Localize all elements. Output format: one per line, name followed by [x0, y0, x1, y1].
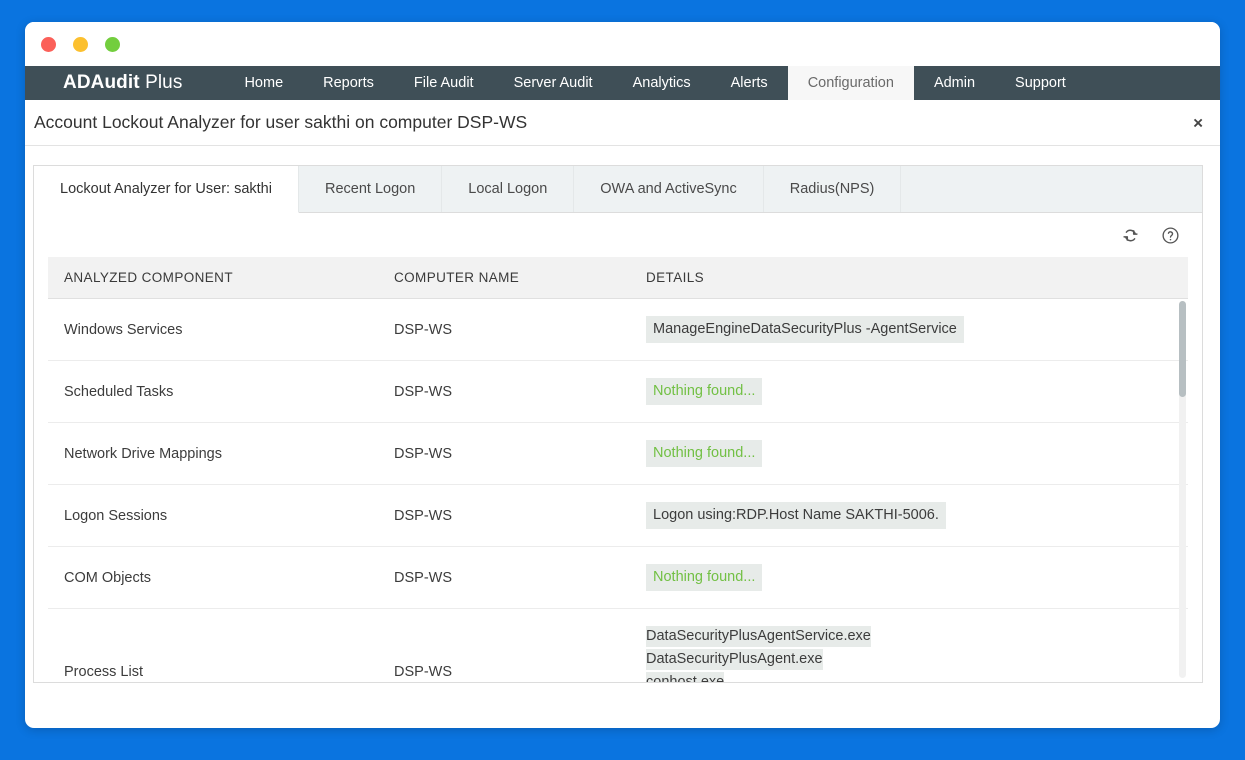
help-icon[interactable] — [1161, 226, 1180, 245]
cell-computer: DSP-WS — [378, 547, 630, 609]
nav-item-home[interactable]: Home — [224, 66, 303, 100]
tab-strip: Lockout Analyzer for User: sakthi Recent… — [34, 166, 1202, 213]
tab-lockout-analyzer[interactable]: Lockout Analyzer for User: sakthi — [34, 166, 299, 213]
cell-details: ManageEngineDataSecurityPlus -AgentServi… — [630, 299, 1188, 361]
column-header-computer-name: COMPUTER NAME — [378, 257, 630, 299]
cell-details: Nothing found... — [630, 361, 1188, 423]
cell-component: COM Objects — [48, 547, 378, 609]
content-area: Lockout Analyzer for User: sakthi Recent… — [25, 146, 1220, 694]
close-icon[interactable]: × — [1193, 114, 1203, 131]
cell-component: Windows Services — [48, 299, 378, 361]
analysis-table-wrapper: ANALYZED COMPONENT COMPUTER NAME DETAILS… — [48, 257, 1188, 682]
nav-item-support[interactable]: Support — [995, 66, 1086, 100]
detail-pill: DataSecurityPlusAgentService.exe — [646, 626, 871, 647]
table-row[interactable]: Scheduled Tasks DSP-WS Nothing found... — [48, 361, 1188, 423]
table-row[interactable]: Logon Sessions DSP-WS Logon using:RDP.Ho… — [48, 485, 1188, 547]
refresh-icon[interactable] — [1122, 227, 1139, 244]
cell-details: Nothing found... — [630, 547, 1188, 609]
tab-owa-activesync[interactable]: OWA and ActiveSync — [574, 166, 763, 212]
cell-computer: DSP-WS — [378, 609, 630, 682]
brand-bold: ADAudit — [63, 72, 140, 93]
cell-details: Logon using:RDP.Host Name SAKTHI-5006. — [630, 485, 1188, 547]
table-header-row: ANALYZED COMPONENT COMPUTER NAME DETAILS — [48, 257, 1188, 299]
cell-details: Nothing found... — [630, 423, 1188, 485]
page-header: Account Lockout Analyzer for user sakthi… — [25, 100, 1220, 146]
app-logo: ADAudit Plus — [25, 66, 200, 100]
cell-computer: DSP-WS — [378, 361, 630, 423]
nav-item-analytics[interactable]: Analytics — [613, 66, 711, 100]
table-scrollbar-thumb[interactable] — [1179, 301, 1186, 397]
window-titlebar — [25, 22, 1220, 66]
tab-local-logon[interactable]: Local Logon — [442, 166, 574, 212]
detail-pill: DataSecurityPlusAgent.exe — [646, 649, 823, 670]
column-header-analyzed-component: ANALYZED COMPONENT — [48, 257, 378, 299]
window-minimize-dot[interactable] — [73, 37, 88, 52]
detail-pill: Logon using:RDP.Host Name SAKTHI-5006. — [646, 502, 946, 529]
cell-computer: DSP-WS — [378, 299, 630, 361]
cell-computer: DSP-WS — [378, 423, 630, 485]
table-row[interactable]: COM Objects DSP-WS Nothing found... — [48, 547, 1188, 609]
window-close-dot[interactable] — [41, 37, 56, 52]
analyzer-card: Lockout Analyzer for User: sakthi Recent… — [33, 165, 1203, 683]
cell-details: DataSecurityPlusAgentService.exe DataSec… — [630, 609, 1188, 682]
nav-item-configuration[interactable]: Configuration — [788, 66, 914, 100]
tab-recent-logon[interactable]: Recent Logon — [299, 166, 442, 212]
main-navbar: ADAudit Plus Home Reports File Audit Ser… — [25, 66, 1220, 100]
table-row[interactable]: Windows Services DSP-WS ManageEngineData… — [48, 299, 1188, 361]
cell-component: Scheduled Tasks — [48, 361, 378, 423]
brand-light: Plus — [145, 72, 182, 93]
app-window: ADAudit Plus Home Reports File Audit Ser… — [25, 22, 1220, 728]
table-scrollbar[interactable] — [1179, 301, 1186, 678]
nav-item-reports[interactable]: Reports — [303, 66, 394, 100]
nav-item-file-audit[interactable]: File Audit — [394, 66, 494, 100]
cell-component: Logon Sessions — [48, 485, 378, 547]
nav-item-server-audit[interactable]: Server Audit — [494, 66, 613, 100]
detail-pill: ManageEngineDataSecurityPlus -AgentServi… — [646, 316, 964, 343]
tab-strip-filler — [901, 166, 1202, 212]
detail-pill: conhost.exe — [646, 672, 724, 682]
detail-pill-empty: Nothing found... — [646, 564, 762, 591]
card-toolbar — [34, 213, 1202, 257]
table-row[interactable]: Network Drive Mappings DSP-WS Nothing fo… — [48, 423, 1188, 485]
detail-pill-empty: Nothing found... — [646, 440, 762, 467]
column-header-details: DETAILS — [630, 257, 1188, 299]
table-row[interactable]: Process List DSP-WS DataSecurityPlusAgen… — [48, 609, 1188, 682]
tab-radius-nps[interactable]: Radius(NPS) — [764, 166, 902, 212]
cell-component: Process List — [48, 609, 378, 682]
page-title: Account Lockout Analyzer for user sakthi… — [25, 112, 527, 133]
analysis-table: ANALYZED COMPONENT COMPUTER NAME DETAILS… — [48, 257, 1188, 682]
nav-item-admin[interactable]: Admin — [914, 66, 995, 100]
nav-item-alerts[interactable]: Alerts — [711, 66, 788, 100]
navbar-items: Home Reports File Audit Server Audit Ana… — [224, 66, 1085, 100]
detail-pill-empty: Nothing found... — [646, 378, 762, 405]
cell-computer: DSP-WS — [378, 485, 630, 547]
cell-component: Network Drive Mappings — [48, 423, 378, 485]
window-maximize-dot[interactable] — [105, 37, 120, 52]
